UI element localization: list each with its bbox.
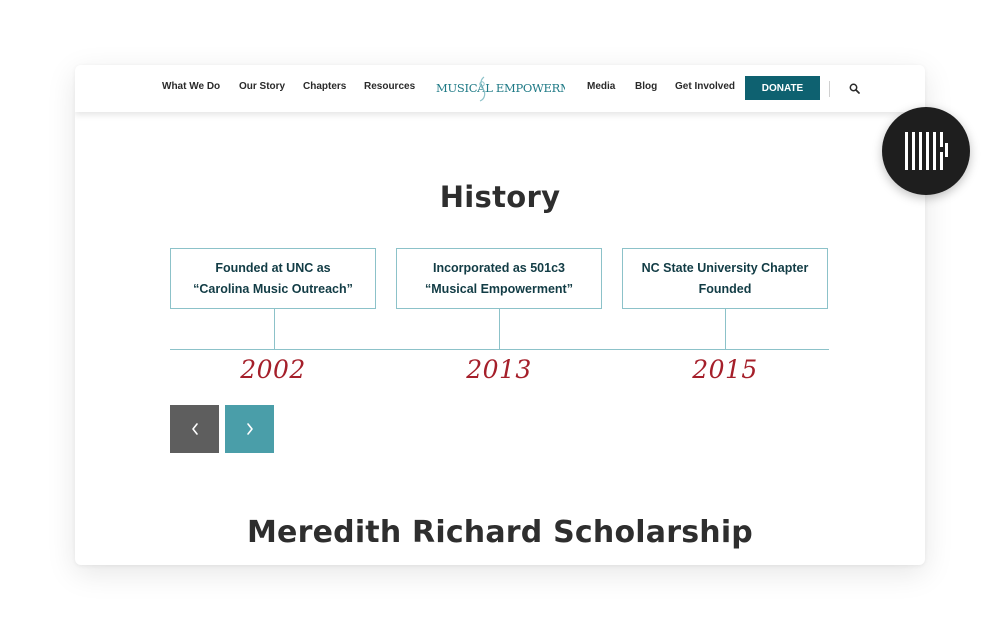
chevron-right-icon xyxy=(246,423,253,435)
search-icon[interactable] xyxy=(849,83,860,94)
timeline-year: 2015 xyxy=(692,355,758,384)
nav-link-resources[interactable]: Resources xyxy=(364,81,415,92)
timeline-event-line1: Founded at UNC as xyxy=(215,260,331,275)
main-navigation: What We Do Our Story Chapters Resources … xyxy=(75,65,925,112)
timeline-event-line2: “Musical Empowerment” xyxy=(425,281,573,296)
timeline-next-button[interactable] xyxy=(225,405,274,453)
nav-link-get-involved[interactable]: Get Involved xyxy=(675,81,735,92)
timeline-event-line2: Founded xyxy=(698,281,752,296)
timeline-prev-button[interactable] xyxy=(170,405,219,453)
browser-card: What We Do Our Story Chapters Resources … xyxy=(75,65,925,565)
history-heading: History xyxy=(439,180,561,214)
musical-empowerment-logo[interactable]: MUSICAL EMPOWERMENT xyxy=(435,74,565,102)
donate-button[interactable]: DONATE xyxy=(745,76,820,100)
nav-link-media[interactable]: Media xyxy=(587,81,615,92)
scholarship-heading: Meredith Richard Scholarship xyxy=(247,515,753,550)
chevron-left-icon xyxy=(191,423,198,435)
timeline-event-box: NC State University Chapter Founded xyxy=(622,248,828,309)
timeline-event-box: Incorporated as 501c3 “Musical Empowermen… xyxy=(396,248,602,309)
nav-link-what-we-do[interactable]: What We Do xyxy=(162,81,220,92)
timeline-connector xyxy=(499,309,500,349)
timeline-event-line2: “Carolina Music Outreach” xyxy=(193,281,353,296)
timeline-connector xyxy=(725,309,726,349)
timeline-year: 2013 xyxy=(466,355,532,384)
nav-link-chapters[interactable]: Chapters xyxy=(303,81,346,92)
nav-divider xyxy=(829,81,830,97)
barcode-logo-icon xyxy=(905,132,948,170)
brand-badge xyxy=(882,107,970,195)
timeline-event-line1: Incorporated as 501c3 xyxy=(432,260,565,275)
timeline-connector xyxy=(274,309,275,349)
timeline-event-line1: NC State University Chapter xyxy=(641,260,809,275)
timeline-event-box: Founded at UNC as “Carolina Music Outreac… xyxy=(170,248,376,309)
timeline-axis xyxy=(170,349,829,350)
nav-link-our-story[interactable]: Our Story xyxy=(239,81,285,92)
logo-text: MUSICAL EMPOWERMENT xyxy=(436,81,565,95)
nav-link-blog[interactable]: Blog xyxy=(635,81,657,92)
timeline-year: 2002 xyxy=(240,355,306,384)
